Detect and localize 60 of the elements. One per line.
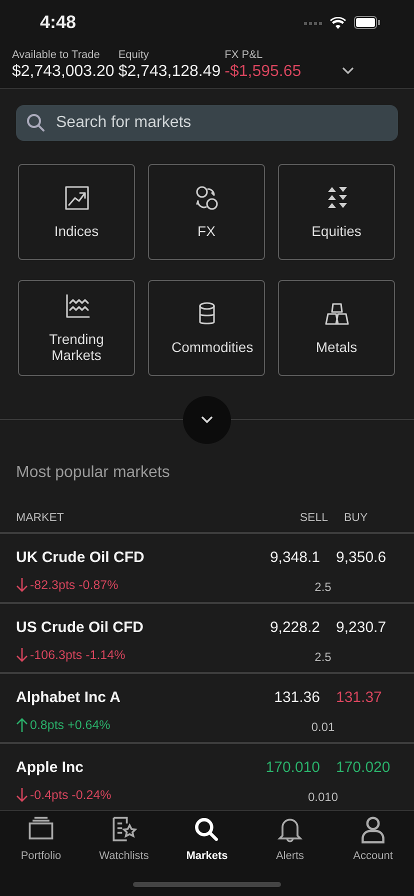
category-tile[interactable]: Indices	[18, 164, 135, 260]
bars-stack-icon	[324, 301, 350, 327]
tab-button[interactable]: Watchlists	[89, 811, 159, 896]
arrow-up-icon	[16, 718, 28, 732]
market-row[interactable]: US Crude Oil CFD -106.3pts -1.14% 9,228.2 9,230.7 2.5	[0, 604, 414, 674]
chevron-down-icon	[342, 66, 354, 75]
buy-price: 170.020	[335, 758, 392, 778]
sell-price: 170.010	[264, 758, 320, 778]
tab-button[interactable]: Portfolio	[6, 811, 76, 896]
battery-icon	[354, 16, 380, 29]
sell-price: 131.36	[273, 688, 320, 708]
sell-price: 9,348.1	[268, 548, 320, 568]
column-header: SELL	[298, 511, 328, 526]
market-row[interactable]: Alphabet Inc A 0.8pts +0.64% 131.36 131.37 0.01	[0, 674, 414, 744]
buy-price: 9,350.6	[335, 548, 388, 568]
spread-value: 2.5	[314, 648, 332, 666]
clock-time: 4:48	[40, 11, 76, 34]
market-name: Apple Inc	[16, 758, 85, 778]
price-change: -0.4pts -0.24%	[30, 786, 112, 804]
category-tile[interactable]: Metals	[278, 280, 395, 376]
buy-price: 9,230.7	[335, 618, 388, 638]
market-name: US Crude Oil CFD	[16, 618, 144, 638]
sell-price: 9,228.2	[268, 618, 320, 638]
arrow-down-icon	[16, 578, 28, 592]
spread-value: 2.5	[314, 578, 332, 596]
price-change: -82.3pts -0.87%	[30, 576, 118, 594]
spread-value: 0.010	[308, 788, 338, 806]
category-tile[interactable]: Equities	[278, 164, 395, 260]
summary-value: -$1,595.65	[224, 62, 302, 82]
summary-value: $2,743,003.20	[12, 62, 114, 82]
currency-exchange-icon	[194, 185, 220, 211]
section-title: Most popular markets	[16, 464, 170, 481]
trend-chart-icon	[64, 185, 90, 211]
line-chart-icon	[64, 293, 90, 319]
spread-value: 0.01	[311, 718, 335, 736]
wifi-icon	[330, 16, 346, 28]
summary-label: Equity	[118, 49, 150, 62]
market-name: Alphabet Inc A	[16, 688, 120, 708]
market-row[interactable]: UK Crude Oil CFD -82.3pts -0.87% 9,348.1 9,350.6 2.5	[0, 534, 414, 604]
buy-price: 131.37	[335, 688, 383, 708]
arrow-down-icon	[16, 788, 28, 802]
price-change: 0.8pts +0.64%	[30, 716, 110, 734]
summary-label: FX P&L	[224, 49, 264, 62]
summary-label: Available to Trade	[12, 49, 101, 62]
category-tile[interactable]: Commodities	[148, 280, 265, 376]
search-field[interactable]: Search for markets	[16, 105, 398, 141]
column-header: MARKET	[16, 511, 64, 526]
tab-button[interactable]: Account	[338, 811, 408, 896]
summary-value: $2,743,128.49	[118, 62, 221, 82]
arrow-down-icon	[16, 648, 28, 662]
column-header: BUY	[343, 511, 369, 526]
category-tile[interactable]: Trending Markets	[18, 280, 135, 376]
price-change: -106.3pts -1.14%	[30, 646, 126, 664]
signal-icon	[304, 20, 322, 24]
market-name: UK Crude Oil CFD	[16, 548, 144, 568]
tab-button[interactable]: Alerts	[255, 811, 325, 896]
tab-button[interactable]: Markets	[172, 811, 242, 896]
search-icon	[26, 113, 46, 133]
category-tile[interactable]: FX	[148, 164, 265, 260]
chevron-down-icon	[201, 416, 213, 424]
